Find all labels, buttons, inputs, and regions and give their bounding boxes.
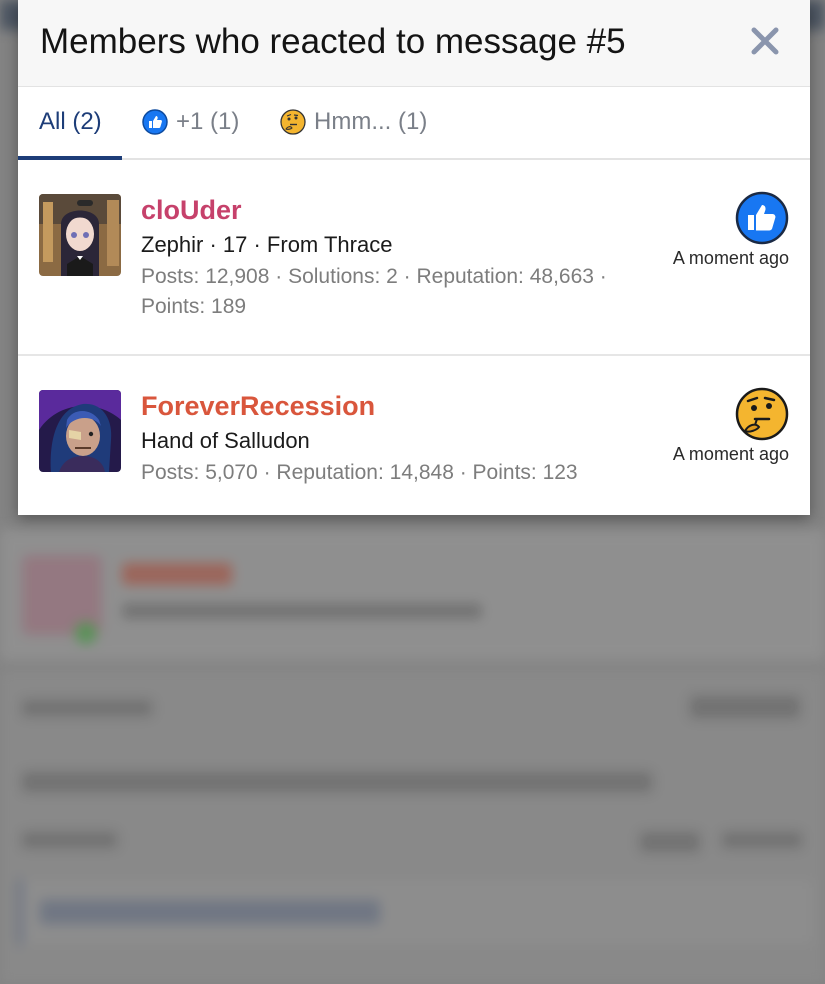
member-name[interactable]: ForeverRecession [141, 391, 375, 422]
thumbs-up-icon [735, 191, 789, 245]
modal-title: Members who reacted to message #5 [40, 22, 626, 61]
member-title: Hand of Salludon [141, 428, 310, 453]
member-stats: Posts: 12,908 · Solutions: 2 · Reputatio… [141, 265, 607, 318]
member-stats: Posts: 5,070 · Reputation: 14,848 · Poin… [141, 461, 578, 484]
close-icon [751, 27, 779, 55]
thinking-face-icon [735, 387, 789, 441]
avatar[interactable] [39, 390, 121, 472]
tab-hmm-label: Hmm... (1) [314, 107, 428, 135]
close-button[interactable] [750, 26, 780, 56]
tab-all[interactable]: All (2) [39, 87, 102, 156]
modal-header: Members who reacted to message #5 [18, 0, 810, 87]
member-row: ForeverRecession Hand of Salludon Posts:… [18, 356, 810, 518]
reaction-time: A moment ago [672, 444, 789, 464]
member-name[interactable]: cloUder [141, 195, 242, 226]
tab-all-label: All (2) [39, 107, 102, 135]
avatar[interactable] [39, 194, 121, 276]
member-row: cloUder Zephir · 17 · From Thrace Posts:… [18, 160, 810, 356]
reaction-tabs: All (2) +1 (1) Hmm... (1) [18, 87, 810, 160]
thinking-face-icon [280, 108, 306, 135]
tab-hmm[interactable]: Hmm... (1) [280, 87, 427, 156]
reactions-modal: Members who reacted to message #5 All (2… [18, 0, 810, 515]
tab-plus-one-label: +1 (1) [176, 107, 240, 135]
thumbs-up-icon [142, 108, 168, 135]
member-title: Zephir · 17 · From Thrace [141, 232, 393, 257]
reaction-time: A moment ago [672, 248, 789, 268]
tab-plus-one[interactable]: +1 (1) [142, 87, 239, 156]
